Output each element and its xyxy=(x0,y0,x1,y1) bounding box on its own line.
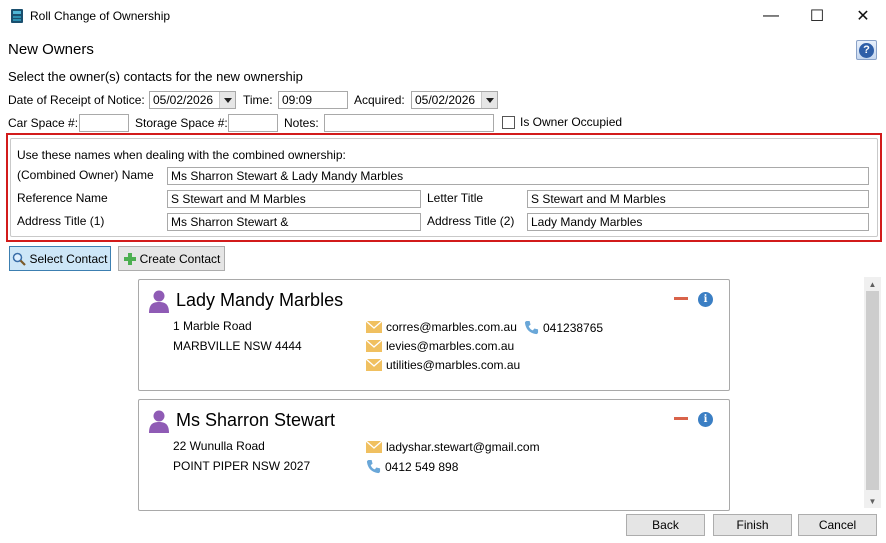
contact-phone: 0412 549 898 xyxy=(385,459,459,474)
help-icon: ? xyxy=(859,42,874,58)
minimize-button[interactable]: — xyxy=(748,0,794,32)
plus-icon xyxy=(123,252,136,265)
contact-phone: 041238765 xyxy=(543,320,604,335)
receipt-date-dropdown[interactable] xyxy=(219,92,235,108)
page-title: New Owners xyxy=(8,41,94,58)
instruction-text: Select the owner(s) contacts for the new… xyxy=(8,69,303,84)
address-title-2-input[interactable]: Lady Mandy Marbles xyxy=(527,213,869,231)
contact-address-line1: 1 Marble Road xyxy=(173,319,252,333)
contact-phone-row[interactable]: 0412 549 898 xyxy=(366,459,458,474)
maximize-button[interactable]: ☐ xyxy=(794,0,840,32)
contact-email-row[interactable]: levies@marbles.com.au xyxy=(366,339,514,353)
letter-title-input[interactable]: S Stewart and M Marbles xyxy=(527,190,869,208)
contact-email-row[interactable]: utilities@marbles.com.au xyxy=(366,358,520,372)
letter-title-label: Letter Title xyxy=(427,191,484,205)
contact-address-line1: 22 Wunulla Road xyxy=(173,439,265,453)
time-label: Time: xyxy=(243,93,273,107)
time-input[interactable]: 09:09 xyxy=(278,91,348,109)
car-space-label: Car Space #: xyxy=(8,116,79,130)
notes-input[interactable] xyxy=(324,114,494,132)
contact-name: Lady Mandy Marbles xyxy=(176,290,344,310)
reference-name-input[interactable]: S Stewart and M Marbles xyxy=(167,190,421,208)
contact-name: Ms Sharron Stewart xyxy=(176,410,336,430)
storage-space-label: Storage Space #: xyxy=(135,116,228,130)
owner-occupied-label: Is Owner Occupied xyxy=(520,115,623,129)
owner-occupied-checkbox[interactable] xyxy=(502,116,515,129)
acquired-label: Acquired: xyxy=(354,93,405,107)
create-contact-button[interactable]: Create Contact xyxy=(118,246,225,271)
car-space-input[interactable] xyxy=(79,114,129,132)
contact-phone-row[interactable]: 041238765 xyxy=(524,320,603,335)
info-icon[interactable]: i xyxy=(698,292,713,307)
contact-email: utilities@marbles.com.au xyxy=(386,358,521,372)
select-contact-button[interactable]: Select Contact xyxy=(9,246,111,271)
receipt-date-label: Date of Receipt of Notice: xyxy=(8,93,145,107)
envelope-icon xyxy=(366,321,382,333)
receipt-date-picker[interactable]: 05/02/2026 xyxy=(149,91,236,109)
contact-email: levies@marbles.com.au xyxy=(386,339,515,353)
title-bar: Roll Change of Ownership — ☐ ✕ xyxy=(0,0,886,32)
magnifier-icon xyxy=(13,252,27,266)
phone-icon xyxy=(524,320,539,335)
acquired-date-picker[interactable]: 05/02/2026 xyxy=(411,91,498,109)
scroll-down-arrow[interactable]: ▼ xyxy=(864,494,881,508)
address-title-2-label: Address Title (2) xyxy=(427,214,515,228)
reference-name-label: Reference Name xyxy=(17,191,108,205)
remove-contact-button[interactable] xyxy=(674,297,688,300)
contact-address-line2: POINT PIPER NSW 2027 xyxy=(173,459,311,473)
finish-button[interactable]: Finish xyxy=(713,514,792,536)
receipt-date-value: 05/02/2026 xyxy=(153,93,214,107)
contact-card[interactable]: Ms Sharron Stewart 22 Wunulla Road POINT… xyxy=(138,399,730,511)
envelope-icon xyxy=(366,441,382,453)
envelope-icon xyxy=(366,359,382,371)
combined-name-input[interactable]: Ms Sharron Stewart & Lady Mandy Marbles xyxy=(167,167,869,185)
contact-card[interactable]: Lady Mandy Marbles 1 Marble Road MARBVIL… xyxy=(138,279,730,391)
chevron-down-icon xyxy=(223,97,232,103)
address-title-1-label: Address Title (1) xyxy=(17,214,105,228)
person-icon xyxy=(149,290,169,313)
envelope-icon xyxy=(366,340,382,352)
create-contact-label: Create Contact xyxy=(139,251,221,266)
select-contact-label: Select Contact xyxy=(29,251,108,266)
contact-email: ladyshar.stewart@gmail.com xyxy=(386,440,540,454)
chevron-down-icon xyxy=(485,97,494,103)
acquired-date-value: 05/02/2026 xyxy=(415,93,476,107)
combined-name-label: (Combined Owner) Name xyxy=(17,168,154,182)
scroll-up-arrow[interactable]: ▲ xyxy=(864,277,881,291)
scroll-thumb[interactable] xyxy=(866,291,879,490)
cancel-button[interactable]: Cancel xyxy=(798,514,877,536)
help-button[interactable]: ? xyxy=(856,40,877,60)
contact-email-row[interactable]: corres@marbles.com.au xyxy=(366,320,517,334)
back-button[interactable]: Back xyxy=(626,514,705,536)
contact-email: corres@marbles.com.au xyxy=(386,320,517,334)
phone-icon xyxy=(366,459,381,474)
app-icon xyxy=(11,9,23,23)
person-icon xyxy=(149,410,169,433)
notes-label: Notes: xyxy=(284,116,319,130)
contact-address-line2: MARBVILLE NSW 4444 xyxy=(173,339,302,353)
storage-space-input[interactable] xyxy=(228,114,278,132)
close-button[interactable]: ✕ xyxy=(840,0,886,32)
names-intro: Use these names when dealing with the co… xyxy=(17,148,346,162)
address-title-1-input[interactable]: Ms Sharron Stewart & xyxy=(167,213,421,231)
window-title: Roll Change of Ownership xyxy=(30,9,171,23)
remove-contact-button[interactable] xyxy=(674,417,688,420)
acquired-date-dropdown[interactable] xyxy=(481,92,497,108)
info-icon[interactable]: i xyxy=(698,412,713,427)
contact-email-row[interactable]: ladyshar.stewart@gmail.com xyxy=(366,440,540,454)
contacts-scrollbar[interactable]: ▲ ▼ xyxy=(864,277,881,508)
